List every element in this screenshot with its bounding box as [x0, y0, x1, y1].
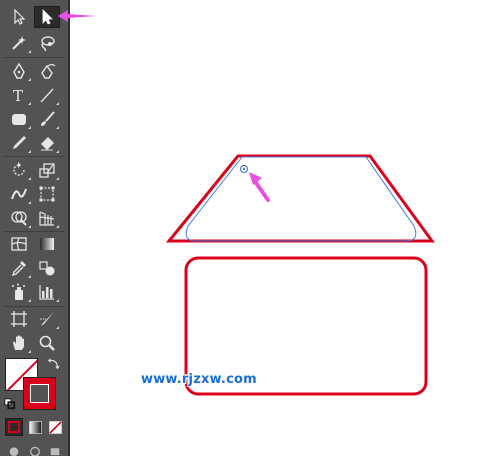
pen-icon: [13, 62, 25, 79]
artboard-canvas[interactable]: [72, 0, 504, 456]
zoom-tool[interactable]: [34, 332, 60, 354]
rounded-rectangle-icon: [12, 114, 26, 125]
swap-arrows-icon: [47, 358, 60, 370]
paintbrush-icon: [41, 111, 55, 126]
width-tool[interactable]: [6, 183, 32, 205]
eyedropper-tool[interactable]: [6, 257, 32, 279]
direct-selection-arrow-icon: [42, 9, 53, 25]
color-mode-button[interactable]: [5, 418, 23, 436]
selection-tool[interactable]: [6, 6, 32, 28]
symbol-sprayer-tool[interactable]: [6, 281, 32, 303]
eraser-tool[interactable]: [34, 132, 60, 154]
lasso-icon: [41, 36, 55, 52]
pencil-tool[interactable]: [6, 132, 32, 154]
width-icon: [11, 188, 27, 200]
draw-behind-icon: [30, 446, 40, 456]
color-icon: [8, 421, 20, 433]
watermark: www.rjzxw.com: [141, 372, 257, 387]
curvature-tool[interactable]: [34, 60, 60, 82]
artboard-icon: [11, 311, 27, 327]
hand-tool[interactable]: [6, 332, 32, 354]
stroke-swatch[interactable]: [23, 377, 56, 410]
scale-icon: [39, 163, 55, 178]
gradient-icon: [40, 238, 54, 250]
perspective-grid-tool[interactable]: [34, 207, 60, 229]
gradient-swatch-icon: [28, 420, 42, 434]
curvature-pen-icon: [41, 63, 56, 79]
rectangle-tool[interactable]: [6, 108, 32, 130]
draw-mode-button[interactable]: [5, 443, 23, 457]
blend-icon: [39, 261, 55, 276]
default-colors-button[interactable]: [3, 397, 17, 411]
mesh-icon: [11, 237, 27, 251]
type-icon: T: [13, 87, 23, 104]
svg-text:T: T: [13, 87, 23, 104]
shape-builder-tool[interactable]: [6, 207, 32, 229]
slice-icon: [40, 312, 54, 326]
free-transform-tool[interactable]: [34, 183, 60, 205]
column-graph-icon: [39, 285, 54, 300]
none-icon: [48, 420, 62, 434]
corner-annotation-arrow: [249, 172, 270, 202]
eraser-icon: [41, 137, 54, 151]
zoom-icon: [39, 335, 55, 351]
swap-fill-stroke-button[interactable]: [46, 356, 62, 372]
artboard-tool[interactable]: [6, 308, 32, 330]
lasso-tool[interactable]: [34, 32, 60, 54]
none-mode-button[interactable]: [46, 418, 64, 436]
pencil-icon: [13, 136, 26, 149]
rotate-tool[interactable]: [6, 159, 32, 181]
gradient-mode-button[interactable]: [26, 418, 44, 436]
magic-wand-tool[interactable]: [6, 32, 32, 54]
live-corner-widget[interactable]: [239, 164, 249, 174]
rotate-icon: [13, 162, 25, 176]
pen-tool[interactable]: [6, 60, 32, 82]
draw-behind-button[interactable]: [26, 443, 44, 457]
blend-tool[interactable]: [34, 257, 60, 279]
magic-wand-icon: [12, 36, 26, 50]
selection-arrow-icon: [14, 8, 26, 25]
symbol-sprayer-icon: [12, 283, 25, 300]
line-tool[interactable]: [34, 84, 60, 106]
hand-icon: [13, 335, 24, 350]
scale-tool[interactable]: [34, 159, 60, 181]
draw-normal-icon: [9, 447, 19, 456]
mesh-tool[interactable]: [6, 233, 32, 255]
column-graph-tool[interactable]: [34, 281, 60, 303]
perspective-grid-icon: [39, 211, 55, 226]
default-colors-icon: [4, 398, 16, 410]
type-tool[interactable]: T: [6, 84, 32, 106]
screen-mode-icon: [50, 448, 60, 456]
stroke-swatch-inner: [30, 384, 49, 403]
tools-panel: T: [0, 0, 70, 456]
trapezoid-shape[interactable]: [165, 154, 435, 243]
eyedropper-icon: [11, 261, 26, 277]
slice-tool[interactable]: [34, 308, 60, 330]
line-segment-icon: [40, 88, 54, 103]
screen-mode-button[interactable]: [46, 443, 64, 457]
shape-builder-icon: [11, 211, 27, 226]
gradient-tool[interactable]: [34, 233, 60, 255]
free-transform-icon: [39, 186, 55, 202]
paintbrush-tool[interactable]: [34, 108, 60, 130]
